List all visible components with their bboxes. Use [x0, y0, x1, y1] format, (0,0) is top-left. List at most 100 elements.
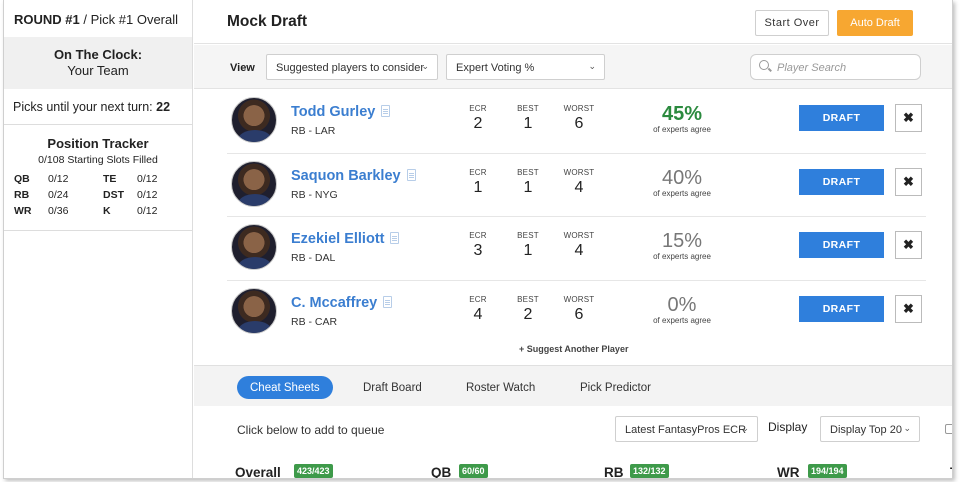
- position-grid: QB 0/12 TE 0/12 RB 0/24 DST 0/12 WR 0/36…: [14, 173, 192, 217]
- ecr-stat: ECR 2: [458, 104, 498, 133]
- position-tab-overall[interactable]: Overall: [235, 465, 281, 478]
- player-name-link[interactable]: Ezekiel Elliott: [291, 231, 400, 247]
- player-team: RB - NYG: [291, 188, 338, 201]
- suggestion-select[interactable]: Suggested players to consider ⌄: [266, 54, 438, 80]
- tab-cheat-sheets[interactable]: Cheat Sheets: [237, 376, 333, 399]
- agree-percent: 15%: [661, 230, 703, 252]
- position-tab-te[interactable]: T: [950, 465, 952, 478]
- document-icon[interactable]: [381, 105, 391, 117]
- picks-until-next: Picks until your next turn: 22: [4, 89, 192, 125]
- agree-label: of experts agree: [653, 252, 711, 261]
- pos-value-k: 0/12: [137, 205, 158, 217]
- worst-stat: WORST 6: [559, 104, 599, 133]
- player-name-link[interactable]: Saquon Barkley: [291, 168, 416, 184]
- suggest-another-player-link[interactable]: + Suggest Another Player: [519, 344, 628, 354]
- player-name[interactable]: Saquon Barkley: [291, 168, 401, 184]
- ecr-stat: ECR 1: [458, 168, 498, 197]
- dismiss-button[interactable]: ✖: [895, 294, 922, 323]
- position-tab-qb[interactable]: QB: [431, 465, 451, 478]
- player-name[interactable]: C. Mccaffrey: [291, 295, 377, 311]
- auto-draft-button[interactable]: Auto Draft: [837, 10, 913, 36]
- agree-label: of experts agree: [653, 125, 711, 134]
- pos-label-dst: DST: [103, 189, 124, 201]
- player-name-link[interactable]: C. Mccaffrey: [291, 295, 393, 311]
- header: Mock Draft Start Over Auto Draft: [194, 0, 952, 44]
- document-icon[interactable]: [390, 232, 400, 244]
- suggestion-select-value: Suggested players to consider: [276, 62, 424, 74]
- draft-button[interactable]: DRAFT: [799, 105, 884, 131]
- search-placeholder: Player Search: [777, 62, 847, 74]
- clock-team: Your Team: [67, 63, 129, 78]
- mock-draft-window: ROUND #1 / Pick #1 Overall On The Clock:…: [3, 0, 953, 479]
- player-avatar: [231, 97, 277, 143]
- tab-roster-watch[interactable]: Roster Watch: [466, 376, 535, 399]
- pos-label-te: TE: [103, 173, 117, 185]
- ecr-value: 3: [473, 242, 483, 259]
- ecr-source-select[interactable]: Latest FantasyPros ECR ⌄: [615, 416, 758, 442]
- ecr-source-value: Latest FantasyPros ECR: [625, 424, 747, 436]
- pos-label-wr: WR: [14, 205, 32, 217]
- suggested-players-list: Todd Gurley RB - LAR ECR 2 BEST 1 WORST 6 4…: [227, 90, 926, 344]
- player-name[interactable]: Todd Gurley: [291, 104, 375, 120]
- draft-button[interactable]: DRAFT: [799, 295, 884, 322]
- document-icon[interactable]: [406, 168, 416, 181]
- view-toolbar: View Suggested players to consider ⌄ Expe…: [194, 45, 952, 89]
- draft-button[interactable]: DRAFT: [799, 168, 884, 195]
- ecr-stat: ECR 4: [458, 295, 498, 324]
- display-count-value: Display Top 20: [830, 424, 902, 436]
- voting-select[interactable]: Expert Voting % ⌄: [446, 54, 605, 80]
- tab-draft-board[interactable]: Draft Board: [363, 376, 422, 399]
- worst-value: 6: [574, 115, 584, 132]
- best-stat: BEST 2: [508, 295, 548, 324]
- player-row: Saquon Barkley RB - NYG ECR 1 BEST 1 WORST…: [227, 154, 926, 217]
- position-tracker: Position Tracker 0/108 Starting Slots Fi…: [4, 125, 192, 231]
- pos-label-qb: QB: [14, 173, 30, 185]
- tab-pick-predictor[interactable]: Pick Predictor: [580, 376, 651, 399]
- queue-checkbox[interactable]: [945, 424, 952, 434]
- ecr-label: ECR: [469, 167, 487, 177]
- best-value: 1: [523, 115, 533, 132]
- round-indicator: ROUND #1 / Pick #1 Overall: [4, 0, 192, 37]
- round-number: ROUND #1: [14, 12, 80, 27]
- best-label: BEST: [517, 104, 539, 113]
- document-icon[interactable]: [383, 295, 393, 308]
- dismiss-button[interactable]: ✖: [895, 231, 922, 259]
- chevron-down-icon: ⌄: [903, 423, 911, 433]
- worst-label: WORST: [563, 231, 595, 240]
- picks-value: 22: [156, 100, 171, 114]
- ecr-label: ECR: [469, 294, 487, 304]
- dismiss-button[interactable]: ✖: [895, 104, 922, 132]
- view-label: View: [230, 62, 255, 74]
- pos-label-k: K: [103, 205, 111, 217]
- expert-agree: 15% of experts agree: [637, 230, 727, 261]
- draft-button[interactable]: DRAFT: [799, 232, 884, 258]
- best-label: BEST: [517, 167, 539, 177]
- position-tab-wr[interactable]: WR: [777, 465, 800, 478]
- ecr-value: 2: [473, 115, 483, 132]
- player-name-link[interactable]: Todd Gurley: [291, 104, 391, 120]
- worst-value: 4: [574, 242, 584, 259]
- position-tab-rb[interactable]: RB: [604, 465, 624, 478]
- count-badge-overall: 423/423: [294, 464, 333, 478]
- dismiss-button[interactable]: ✖: [895, 167, 922, 196]
- pick-number: / Pick #1 Overall: [79, 12, 179, 27]
- count-badge-rb: 132/132: [630, 464, 669, 478]
- ecr-label: ECR: [469, 104, 487, 113]
- display-label: Display: [768, 420, 808, 434]
- best-label: BEST: [517, 231, 539, 240]
- display-count-select[interactable]: Display Top 20 ⌄: [820, 416, 920, 442]
- best-value: 2: [523, 305, 533, 323]
- player-name[interactable]: Ezekiel Elliott: [291, 231, 384, 247]
- best-stat: BEST 1: [508, 104, 548, 133]
- close-icon: ✖: [903, 110, 914, 125]
- start-over-button[interactable]: Start Over: [755, 10, 829, 36]
- player-search-input[interactable]: Player Search: [750, 54, 921, 80]
- search-icon: [759, 60, 769, 70]
- queue-label: Click below to add to queue: [237, 423, 385, 437]
- agree-percent: 40%: [661, 166, 703, 189]
- close-icon: ✖: [903, 173, 914, 189]
- expert-agree: 0% of experts agree: [637, 294, 727, 325]
- bottom-tabs: Cheat Sheets Draft Board Roster Watch Pi…: [194, 365, 952, 406]
- close-icon: ✖: [903, 237, 914, 252]
- pos-value-dst: 0/12: [137, 189, 158, 201]
